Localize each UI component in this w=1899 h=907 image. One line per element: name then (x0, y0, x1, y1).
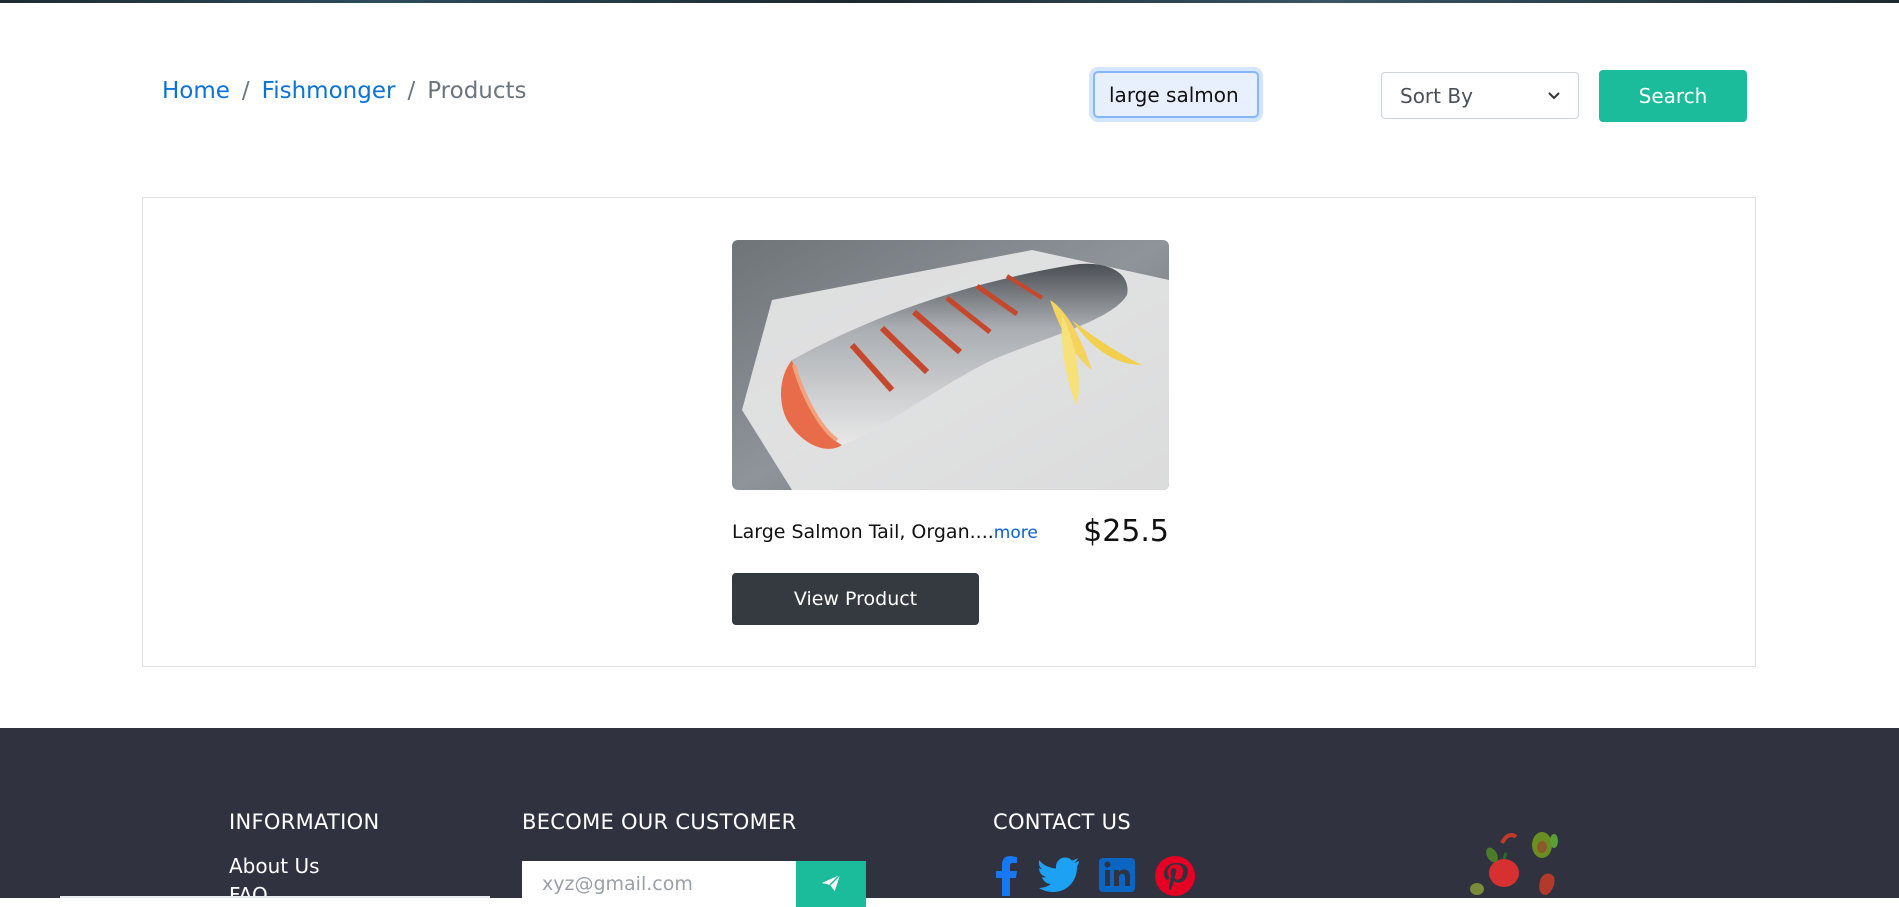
breadcrumb-separator: / (241, 78, 250, 104)
sort-select-value: Sort By (1400, 83, 1473, 108)
newsletter-send-button[interactable] (796, 861, 866, 907)
top-header-strip (0, 0, 1899, 3)
product-title: Large Salmon Tail, Organ....more (732, 521, 1038, 543)
pinterest-icon[interactable] (1155, 856, 1195, 900)
breadcrumb-separator: / (407, 78, 416, 104)
product-info-row: Large Salmon Tail, Organ....more $25.5 (732, 514, 1169, 549)
product-card: Large Salmon Tail, Organ....more $25.5 V… (732, 240, 1169, 625)
footer: INFORMATION About Us FAQ BECOME OUR CUST… (0, 728, 1899, 907)
paper-plane-icon (820, 872, 842, 897)
search-button[interactable]: Search (1599, 70, 1747, 122)
product-price: $25.5 (1083, 514, 1169, 549)
breadcrumb-home-link[interactable]: Home (162, 78, 230, 104)
brand-logo (1462, 823, 1572, 902)
facebook-icon[interactable] (993, 856, 1019, 900)
footer-customer-heading: BECOME OUR CUSTOMER (522, 810, 797, 834)
footer-information-heading: INFORMATION (229, 810, 380, 834)
sort-select[interactable]: Sort By (1381, 72, 1579, 119)
product-image[interactable] (732, 240, 1169, 490)
footer-link-faq[interactable]: FAQ (229, 883, 268, 907)
chevron-down-icon (1548, 88, 1560, 104)
breadcrumb-current: Products (427, 78, 527, 104)
search-input[interactable] (1093, 71, 1259, 118)
social-links (993, 856, 1215, 900)
view-product-button[interactable]: View Product (732, 573, 979, 625)
breadcrumb: Home / Fishmonger / Products (162, 78, 527, 104)
footer-link-about-us[interactable]: About Us (229, 854, 320, 878)
twitter-icon[interactable] (1038, 856, 1079, 896)
newsletter-email-input[interactable]: xyz@gmail.com (522, 861, 796, 907)
footer-contact-heading: CONTACT US (993, 810, 1131, 834)
more-link[interactable]: more (994, 523, 1038, 543)
product-title-text: Large Salmon Tail, Organ.... (732, 520, 994, 543)
breadcrumb-category-link[interactable]: Fishmonger (262, 78, 396, 104)
email-placeholder: xyz@gmail.com (542, 873, 693, 895)
linkedin-icon[interactable] (1099, 856, 1135, 896)
product-results-panel: Large Salmon Tail, Organ....more $25.5 V… (142, 197, 1756, 667)
